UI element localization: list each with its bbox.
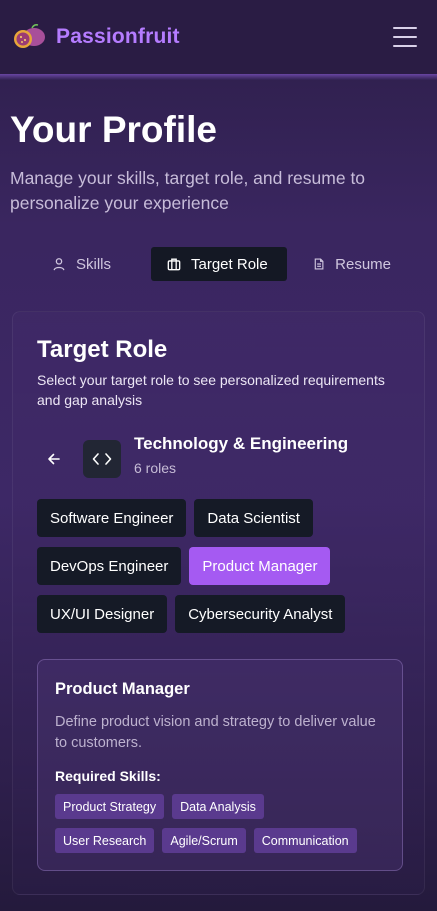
hero: Your Profile Manage your skills, target … — [10, 108, 427, 216]
target-role-card: Target Role Select your target role to s… — [12, 311, 425, 895]
role-product-manager[interactable]: Product Manager — [189, 547, 331, 585]
code-icon — [83, 440, 121, 478]
tab-skills[interactable]: Skills — [36, 247, 131, 281]
category-header: Technology & Engineering 6 roles — [37, 434, 348, 478]
passionfruit-logo-icon — [14, 24, 45, 48]
tab-label: Skills — [76, 255, 112, 273]
role-list: Software Engineer Data Scientist DevOps … — [37, 499, 377, 643]
tab-target-role[interactable]: Target Role — [151, 247, 287, 281]
role-detail-title: Product Manager — [55, 680, 190, 698]
profile-tabs: Skills Target Role Resume — [36, 247, 407, 281]
role-detail-panel: Product Manager Define product vision an… — [37, 659, 403, 871]
skill-chip: User Research — [55, 828, 155, 853]
top-bar: Passionfruit — [0, 0, 437, 80]
back-arrow-icon[interactable] — [37, 440, 71, 478]
role-cybersecurity-analyst[interactable]: Cybersecurity Analyst — [175, 595, 346, 633]
briefcase-icon — [167, 258, 181, 271]
card-description: Select your target role to see personali… — [37, 372, 385, 408]
tab-label: Resume — [335, 255, 391, 273]
role-data-scientist[interactable]: Data Scientist — [194, 499, 313, 537]
skill-chip: Agile/Scrum — [162, 828, 246, 853]
role-detail-description: Define product vision and strategy to de… — [55, 714, 376, 751]
required-skills-list: Product Strategy Data Analysis User Rese… — [55, 794, 395, 862]
page-subtitle: Manage your skills, target role, and res… — [10, 168, 366, 213]
skill-chip: Data Analysis — [172, 794, 264, 819]
page-title: Your Profile — [10, 109, 217, 150]
brand[interactable]: Passionfruit — [12, 24, 180, 50]
card-title: Target Role — [37, 336, 168, 363]
document-icon — [314, 258, 324, 270]
hamburger-menu-icon[interactable] — [393, 27, 417, 47]
user-icon — [53, 258, 65, 271]
category-count: 6 roles — [134, 460, 177, 476]
skill-chip: Product Strategy — [55, 794, 165, 819]
category-name: Technology & Engineering — [134, 434, 349, 453]
role-software-engineer[interactable]: Software Engineer — [37, 499, 187, 537]
required-skills-label: Required Skills: — [55, 768, 161, 784]
skill-chip: Communication — [253, 828, 357, 853]
role-devops-engineer[interactable]: DevOps Engineer — [37, 547, 182, 585]
brand-name: Passionfruit — [56, 25, 180, 48]
role-ux-ui-designer[interactable]: UX/UI Designer — [37, 595, 168, 633]
tab-resume[interactable]: Resume — [297, 247, 407, 281]
tab-label: Target Role — [191, 255, 268, 273]
